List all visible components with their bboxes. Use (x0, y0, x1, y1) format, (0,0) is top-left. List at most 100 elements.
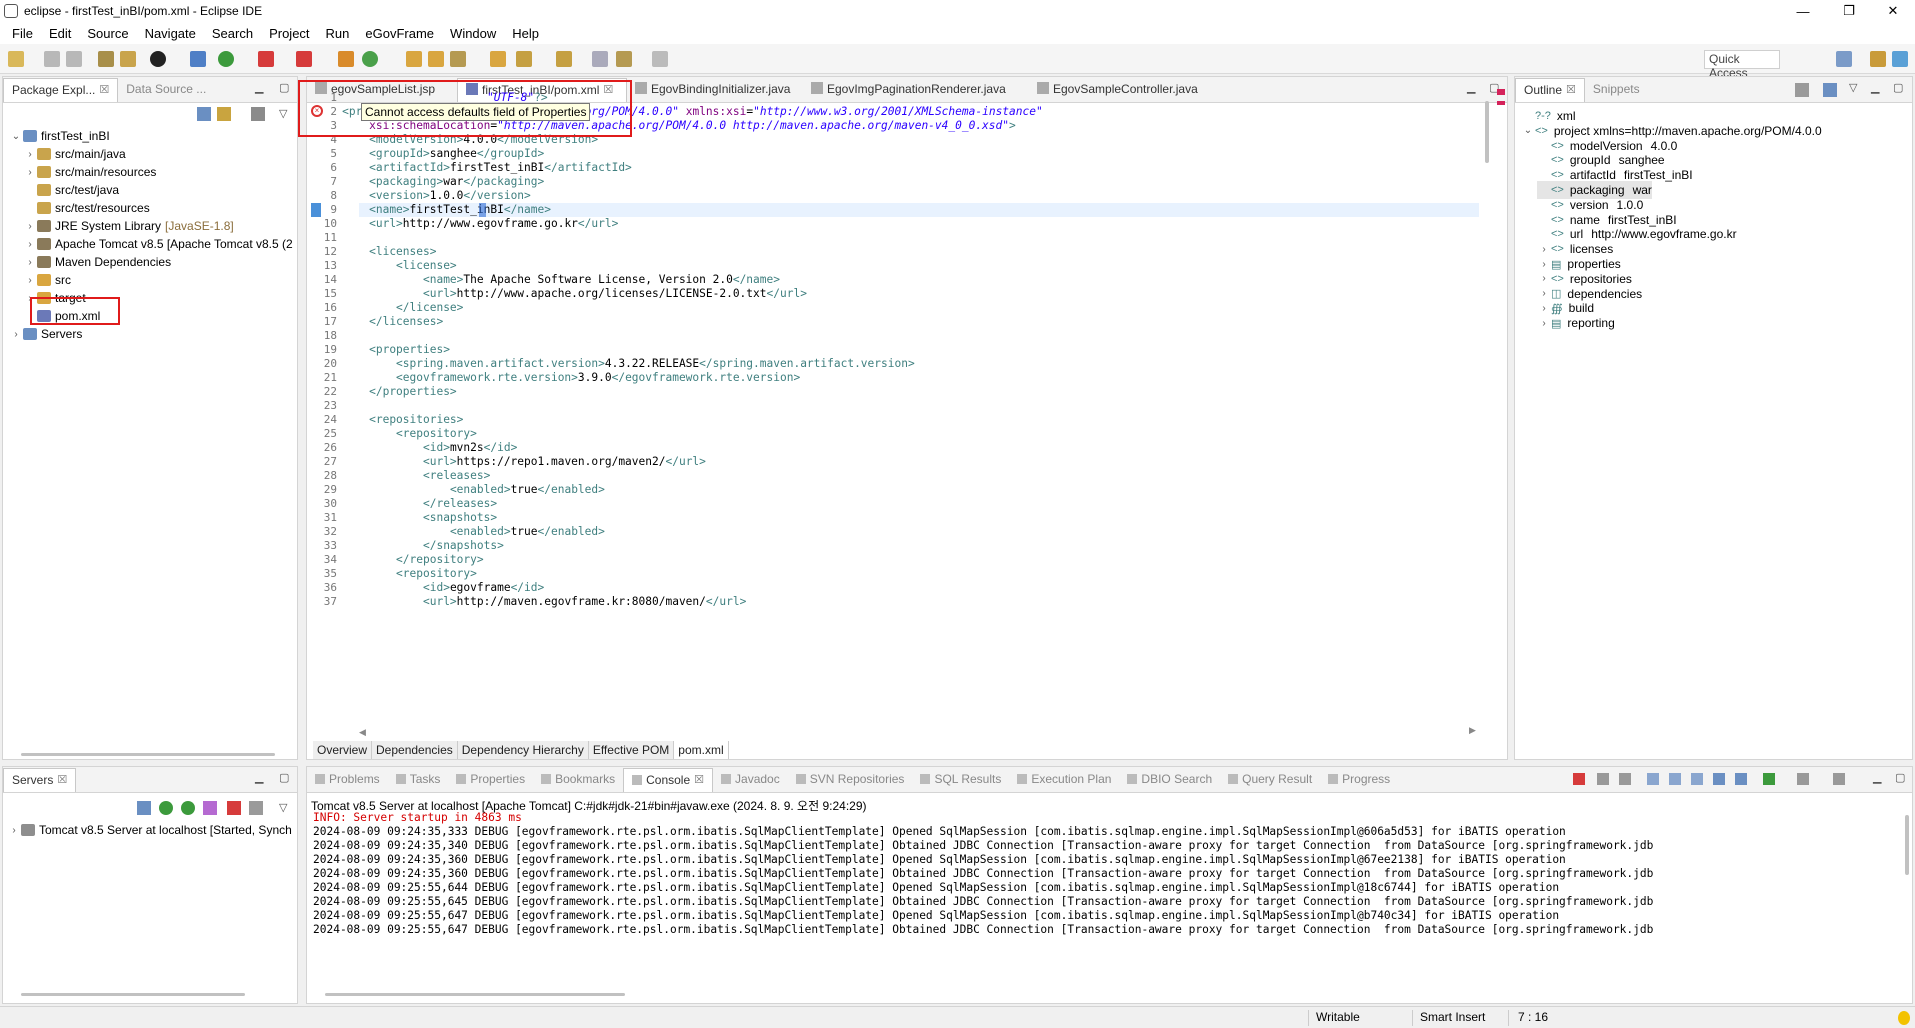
display-console-icon[interactable] (1797, 773, 1809, 785)
remove-launch-icon[interactable] (1597, 773, 1609, 785)
chevron-icon[interactable]: › (1537, 273, 1551, 284)
minimize-view-icon[interactable]: ▁ (255, 771, 263, 784)
tree-item[interactable]: › Apache Tomcat v8.5 [Apache Tomcat v8.5 … (23, 235, 297, 253)
minimize-button[interactable]: — (1780, 0, 1826, 22)
minimize-view-icon[interactable]: ▁ (1871, 81, 1879, 94)
menu-source[interactable]: Source (79, 26, 136, 41)
profile-icon[interactable] (150, 51, 166, 67)
clear-console-icon[interactable] (1647, 773, 1659, 785)
horizontal-scrollbar[interactable] (21, 993, 245, 996)
link-editor-icon[interactable] (217, 107, 231, 121)
java-perspective-icon[interactable] (1892, 51, 1908, 67)
tree-item[interactable]: ⌄ firstTest_inBI (9, 127, 114, 145)
vertical-scrollbar[interactable] (1485, 101, 1489, 163)
collapse-all-icon[interactable] (137, 801, 151, 815)
menu-window[interactable]: Window (442, 26, 504, 41)
debug-icon[interactable] (218, 51, 234, 67)
stop-icon[interactable] (258, 51, 274, 67)
terminate-icon[interactable] (1573, 773, 1585, 785)
outline-item[interactable]: › ▤ reporting (1537, 314, 1623, 332)
tab-egov-binding-initializer[interactable]: EgovBindingInitializer.java (627, 78, 803, 102)
menu-navigate[interactable]: Navigate (137, 26, 204, 41)
save-all-icon[interactable] (66, 51, 82, 67)
chevron-icon[interactable]: › (23, 149, 37, 160)
profile-server-icon[interactable] (203, 801, 217, 815)
chevron-icon[interactable]: › (23, 257, 37, 268)
tab-execution-plan[interactable]: Execution Plan (1009, 768, 1119, 792)
run-external-icon[interactable] (296, 51, 312, 67)
menu-project[interactable]: Project (261, 26, 317, 41)
open-perspective-icon[interactable] (1836, 51, 1852, 67)
tab-dbio-search[interactable]: DBIO Search (1119, 768, 1220, 792)
collapse-all-icon[interactable] (197, 107, 211, 121)
chevron-icon[interactable]: › (23, 275, 37, 286)
new-java-icon[interactable] (362, 51, 378, 67)
menu-egovframe[interactable]: eGovFrame (357, 26, 442, 41)
stop-server-icon[interactable] (227, 801, 241, 815)
build-icon[interactable] (98, 51, 114, 67)
tab-svn-repositories[interactable]: SVN Repositories (788, 768, 913, 792)
chevron-icon[interactable]: › (1537, 259, 1551, 270)
scroll-right-icon[interactable]: ▶ (1469, 725, 1476, 736)
word-wrap-icon[interactable] (1691, 773, 1703, 785)
show-stdout-icon[interactable] (1713, 773, 1725, 785)
tab-bookmarks[interactable]: Bookmarks (533, 768, 623, 792)
chevron-icon[interactable]: › (23, 221, 37, 232)
tree-item[interactable]: › Servers (9, 325, 86, 343)
view-menu-icon[interactable]: ▽ (279, 801, 287, 814)
java-ee-perspective-icon[interactable] (1870, 51, 1886, 67)
close-button[interactable]: ✕ (1870, 0, 1915, 22)
overview-error-marker[interactable] (1497, 89, 1505, 95)
quick-access-field[interactable]: Quick Access (1704, 50, 1780, 80)
tab-effective-pom[interactable]: Effective POM (588, 741, 675, 759)
menu-search[interactable]: Search (204, 26, 261, 41)
tree-item[interactable]: › JRE System Library [JavaSE-1.8] (23, 217, 233, 235)
tree-item[interactable]: src/test/java (23, 181, 123, 199)
vertical-scrollbar[interactable] (1905, 815, 1909, 875)
sort-icon[interactable] (1795, 83, 1809, 97)
tab-data-source[interactable]: Data Source ... (118, 78, 214, 102)
tab-pom-xml-source[interactable]: pom.xml (674, 741, 729, 759)
server-item[interactable]: › Tomcat v8.5 Server at localhost [Start… (7, 821, 291, 839)
chevron-icon[interactable]: › (1537, 303, 1551, 314)
publish-icon[interactable] (249, 801, 263, 815)
close-icon[interactable]: ☒ (57, 773, 67, 786)
maximize-view-icon[interactable]: ▢ (279, 771, 289, 784)
tab-dependency-hierarchy[interactable]: Dependency Hierarchy (457, 741, 589, 759)
tab-snippets[interactable]: Snippets (1585, 78, 1648, 102)
tab-tasks[interactable]: Tasks (388, 768, 449, 792)
tab-sql-results[interactable]: SQL Results (912, 768, 1009, 792)
remove-all-icon[interactable] (1619, 773, 1631, 785)
show-stderr-icon[interactable] (1735, 773, 1747, 785)
tree-item[interactable]: › Maven Dependencies (23, 253, 175, 271)
tree-item[interactable]: › src (23, 271, 75, 289)
back-icon[interactable] (616, 51, 632, 67)
menu-help[interactable]: Help (504, 26, 547, 41)
save-icon[interactable] (44, 51, 60, 67)
tab-console[interactable]: Console ☒ (623, 768, 714, 792)
maximize-view-icon[interactable]: ▢ (1893, 81, 1903, 94)
tab-progress[interactable]: Progress (1320, 768, 1398, 792)
horizontal-scrollbar[interactable] (325, 993, 625, 996)
tab-javadoc[interactable]: Javadoc (713, 768, 788, 792)
tree-item[interactable]: src/test/resources (23, 199, 154, 217)
chevron-icon[interactable]: › (9, 329, 23, 340)
tab-properties[interactable]: Properties (448, 768, 533, 792)
scroll-left-icon[interactable]: ◀ (359, 727, 366, 737)
chevron-icon[interactable]: › (1537, 318, 1551, 329)
tree-item[interactable]: › src/main/resources (23, 163, 160, 181)
tab-egov-sample-controller[interactable]: EgovSampleController.java (1029, 78, 1229, 102)
forward-icon[interactable] (652, 51, 668, 67)
tab-query-result[interactable]: Query Result (1220, 768, 1320, 792)
chevron-right-icon[interactable]: › (7, 825, 21, 836)
collapse-all-icon[interactable] (1823, 83, 1837, 97)
close-icon[interactable]: ☒ (99, 83, 109, 96)
view-menu-icon[interactable]: ▽ (279, 107, 287, 120)
last-edit-icon[interactable] (592, 51, 608, 67)
open-task-icon[interactable] (428, 51, 444, 67)
tab-overview[interactable]: Overview (313, 741, 373, 759)
menu-run[interactable]: Run (318, 26, 358, 41)
start-server-icon[interactable] (181, 801, 195, 815)
tab-outline[interactable]: Outline ☒ (1515, 78, 1585, 102)
restore-button[interactable]: ❐ (1826, 0, 1872, 22)
